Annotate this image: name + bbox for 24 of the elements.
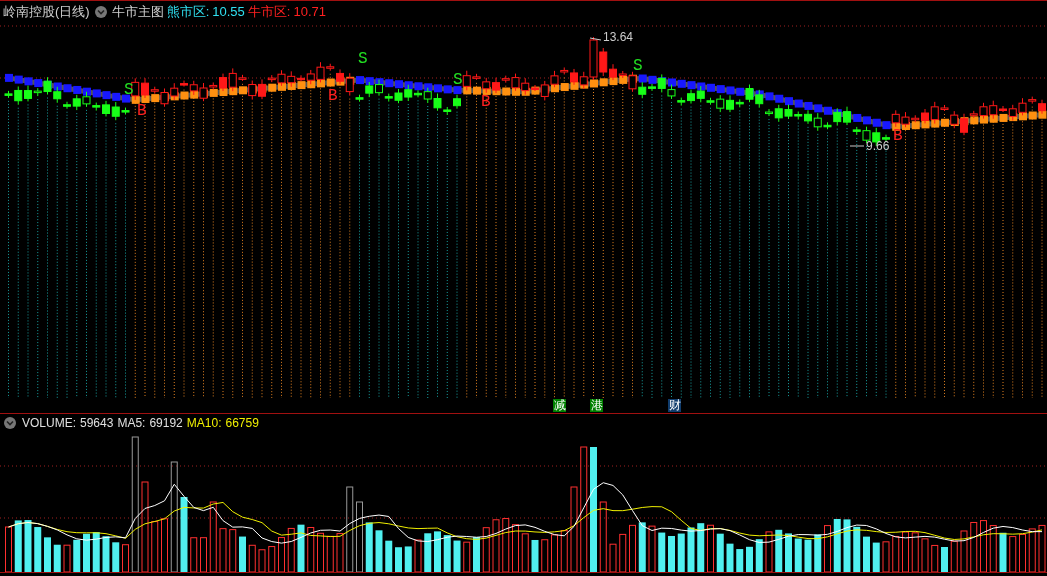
bear-zone-label: 熊市区: (166, 2, 210, 21)
signal-marker: S (358, 50, 368, 68)
event-tag[interactable]: 减 (553, 399, 566, 412)
bull-zone-label: 牛市区: (247, 2, 291, 21)
price-label: 9.66 (866, 139, 890, 153)
ma10-label: MA10: (186, 415, 222, 430)
volume-label: VOLUME: (22, 415, 76, 430)
signal-marker: B (328, 87, 338, 105)
event-tag[interactable]: 港 (590, 399, 603, 412)
signal-marker: B (481, 93, 491, 111)
signal-marker: S (453, 71, 463, 89)
indicator-name: 牛市主图 (111, 2, 164, 21)
bull-zone-value: 10.71 (293, 4, 326, 19)
event-tag[interactable]: 财 (668, 399, 681, 412)
ma5-value: 69192 (149, 415, 183, 430)
signal-marker: B (137, 102, 147, 120)
ma5-label: MA5: (117, 415, 146, 430)
ma10-value: 66759 (225, 415, 259, 430)
signal-marker: S (633, 57, 643, 75)
signal-marker: B (893, 127, 903, 145)
bear-zone-value: 10.55 (212, 4, 245, 19)
volume-value: 59643 (80, 415, 114, 430)
stock-name: 岭南控股(日线) (3, 2, 90, 21)
price-label: 13.64 (603, 30, 634, 44)
